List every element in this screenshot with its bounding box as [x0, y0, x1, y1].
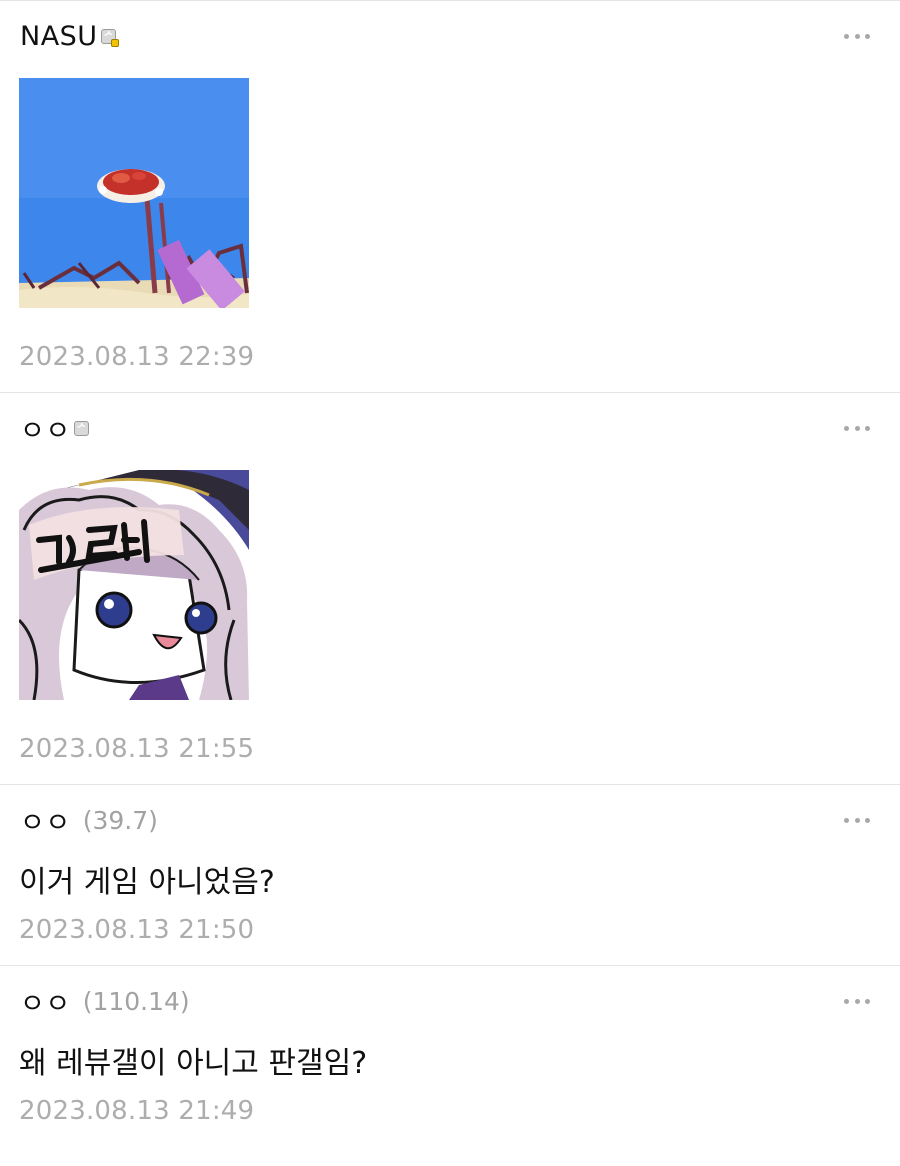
more-options-button[interactable] — [844, 815, 870, 825]
comment-item: ㅇㅇ ᄼ 2023.08.13 21:55 — [0, 393, 900, 785]
dccon-image-flower — [19, 78, 249, 308]
comment-timestamp: 2023.08.13 21:50 — [19, 915, 255, 945]
comment-nickname[interactable]: ㅇㅇ — [20, 982, 71, 1021]
more-horizontal-icon — [844, 998, 849, 1004]
dccon-flower-illustration — [19, 78, 249, 308]
dccon-character-illustration — [19, 470, 249, 700]
more-options-button[interactable] — [844, 31, 870, 41]
comment-item: NASU ᄼ 2023.08.13 22:39 — [0, 1, 900, 393]
more-options-button[interactable] — [844, 996, 870, 1006]
comment-timestamp: 2023.08.13 21:55 — [19, 734, 255, 764]
comment-ip: (110.14) — [82, 986, 190, 1016]
comment-text: 이거 게임 아니었음? — [19, 865, 275, 900]
comment-nickname[interactable]: ㅇㅇ — [20, 409, 71, 448]
comment-text: 왜 레뷰갤이 아니고 판갤임? — [19, 1046, 368, 1081]
fixed-nick-icon: ᄼ — [100, 28, 119, 47]
dccon-image-geurae — [19, 470, 249, 700]
comment-author-row: NASU ᄼ — [20, 18, 119, 54]
more-horizontal-icon — [844, 817, 849, 823]
comment-ip: (39.7) — [82, 805, 158, 835]
comment-author-row: ㅇㅇ (39.7) — [20, 801, 158, 840]
more-horizontal-icon — [844, 425, 849, 431]
comment-author-row: ㅇㅇ (110.14) — [20, 982, 190, 1021]
comment-author-row: ㅇㅇ ᄼ — [20, 409, 91, 448]
comment-item: ㅇㅇ (39.7) 이거 게임 아니었음? 2023.08.13 21:50 — [0, 785, 900, 966]
half-fixed-nick-icon: ᄼ — [73, 420, 91, 438]
more-horizontal-icon — [844, 33, 849, 39]
comment-timestamp: 2023.08.13 22:39 — [19, 342, 255, 372]
comment-nickname[interactable]: ㅇㅇ — [20, 801, 71, 840]
comment-nickname[interactable]: NASU — [20, 21, 98, 52]
comment-item: ㅇㅇ (110.14) 왜 레뷰갤이 아니고 판갤임? 2023.08.13 2… — [0, 966, 900, 1166]
more-options-button[interactable] — [844, 423, 870, 433]
